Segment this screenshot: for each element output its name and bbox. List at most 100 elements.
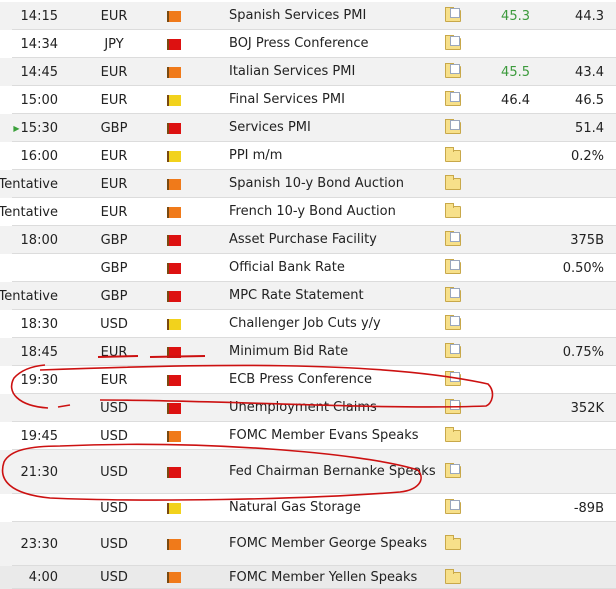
forecast-value: 0.2% [570,148,604,164]
event-name[interactable]: Italian Services PMI [229,58,439,86]
folder-doc-icon[interactable] [445,343,461,358]
event-name[interactable]: Spanish Services PMI [229,2,439,30]
actual-value [480,566,530,589]
details-cell[interactable] [443,450,463,494]
time-text: Tentative [0,176,58,192]
event-name[interactable]: Minimum Bid Rate [229,338,439,366]
table-row: USD Natural Gas Storage -89B [0,494,616,522]
currency-cell: EUR [100,204,128,220]
folder-doc-icon[interactable] [445,287,461,302]
currency-cell: EUR [100,92,128,108]
details-cell[interactable] [443,86,463,114]
folder-icon[interactable] [445,147,461,162]
folder-doc-icon[interactable] [445,371,461,386]
folder-icon[interactable] [445,568,461,584]
forecast-value [548,366,604,394]
forecast-value [548,450,604,494]
impact-cell [160,338,188,366]
forecast-value [548,422,604,450]
event-name[interactable]: Natural Gas Storage [229,494,439,522]
details-cell[interactable] [443,58,463,86]
folder-doc-icon[interactable] [445,499,461,514]
details-cell[interactable] [443,366,463,394]
time-text: 15:30 [20,120,58,136]
details-cell[interactable] [443,142,463,170]
event-name[interactable]: Services PMI [229,114,439,142]
details-cell[interactable] [443,226,463,254]
actual-value [480,30,530,58]
details-cell[interactable] [443,170,463,198]
actual-value [480,522,530,566]
low-impact-flag-icon [167,94,181,106]
time-cell: 14:45 [0,58,60,86]
details-cell[interactable] [443,30,463,58]
folder-doc-icon[interactable] [445,259,461,274]
folder-doc-icon[interactable] [445,63,461,78]
time-cell: Tentative [0,170,60,198]
details-cell[interactable] [443,310,463,338]
event-name[interactable]: FOMC Member Yellen Speaks [229,566,439,589]
details-cell[interactable] [443,422,463,450]
table-row: 19:45 USD FOMC Member Evans Speaks [0,422,616,450]
folder-doc-icon[interactable] [445,463,461,478]
folder-doc-icon[interactable] [445,35,461,50]
impact-cell [160,566,188,589]
high-impact-flag-icon [167,402,181,414]
high-impact-flag-icon [167,374,181,386]
folder-doc-icon[interactable] [445,231,461,246]
actual-value [480,422,530,450]
folder-doc-icon[interactable] [445,91,461,106]
details-cell[interactable] [443,198,463,226]
details-cell[interactable] [443,338,463,366]
event-name[interactable]: Asset Purchase Facility [229,226,439,254]
currency-cell: EUR [100,148,128,164]
event-name[interactable]: FOMC Member Evans Speaks [229,422,439,450]
time-text: 4:00 [28,570,58,585]
live-marker-icon: ▶ [13,123,20,133]
details-cell[interactable] [443,2,463,30]
low-impact-flag-icon [167,150,181,162]
folder-doc-icon[interactable] [445,399,461,414]
forecast-value [548,282,604,310]
currency-cell: GBP [100,288,128,304]
event-name[interactable]: Final Services PMI [229,86,439,114]
event-name[interactable]: Fed Chairman Bernanke Speaks [229,450,439,494]
details-cell[interactable] [443,394,463,422]
folder-icon[interactable] [445,175,461,190]
folder-icon[interactable] [445,427,461,442]
event-name[interactable]: ECB Press Conference [229,366,439,394]
details-cell[interactable] [443,494,463,522]
details-cell[interactable] [443,254,463,282]
event-name[interactable]: Unemployment Claims [229,394,439,422]
event-name[interactable]: Spanish 10-y Bond Auction [229,170,439,198]
details-cell[interactable] [443,114,463,142]
currency-cell: USD [100,464,128,480]
high-impact-flag-icon [167,262,181,274]
folder-icon[interactable] [445,535,461,550]
event-name[interactable]: FOMC Member George Speaks [229,522,439,566]
folder-doc-icon[interactable] [445,119,461,134]
event-name[interactable]: BOJ Press Conference [229,30,439,58]
event-name[interactable]: PPI m/m [229,142,439,170]
folder-icon[interactable] [445,203,461,218]
low-impact-flag-icon [167,502,181,514]
event-name[interactable]: MPC Rate Statement [229,282,439,310]
details-cell[interactable] [443,522,463,566]
details-cell[interactable] [443,282,463,310]
currency-cell: USD [100,428,128,444]
forecast-value [548,198,604,226]
impact-cell [160,58,188,86]
folder-doc-icon[interactable] [445,7,461,22]
time-text: 14:34 [20,36,58,52]
table-row: 14:34 JPY BOJ Press Conference [0,30,616,58]
event-name[interactable]: Official Bank Rate [229,254,439,282]
event-name[interactable]: Challenger Job Cuts y/y [229,310,439,338]
details-cell[interactable] [443,566,463,589]
table-row: 21:30 USD Fed Chairman Bernanke Speaks [0,450,616,494]
event-name[interactable]: French 10-y Bond Auction [229,198,439,226]
table-row: GBP Official Bank Rate 0.50% [0,254,616,282]
time-cell: 18:30 [0,310,60,338]
time-cell [0,254,60,282]
currency-cell: JPY [104,36,124,52]
folder-doc-icon[interactable] [445,315,461,330]
